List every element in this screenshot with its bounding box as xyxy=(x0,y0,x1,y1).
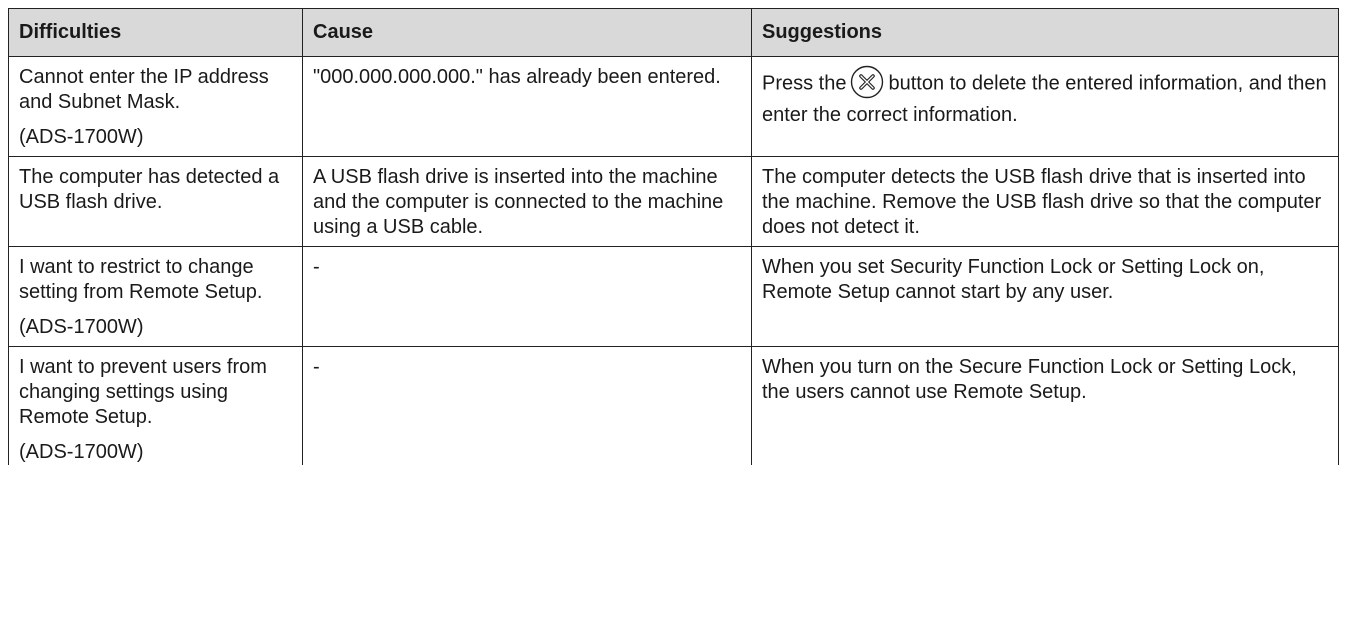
cause-cell: - xyxy=(302,246,752,347)
suggestion-text: When you turn on the Secure Function Loc… xyxy=(762,356,1297,403)
suggestion-cell: Press the button to delete the entered in… xyxy=(751,56,1339,157)
difficulty-text: I want to restrict to change setting fro… xyxy=(19,256,263,303)
cause-cell: "000.000.000.000." has already been ente… xyxy=(302,56,752,157)
cause-text: - xyxy=(313,356,320,378)
difficulty-text: The computer has detected a USB flash dr… xyxy=(19,166,280,213)
suggestion-text: When you set Security Function Lock or S… xyxy=(762,256,1265,303)
difficulty-cell: I want to restrict to change setting fro… xyxy=(8,246,303,347)
suggestion-text-after-icon: button to delete the entered information… xyxy=(762,72,1327,126)
cause-text: "000.000.000.000." has already been ente… xyxy=(313,66,721,88)
model-note: (ADS-1700W) xyxy=(19,441,144,463)
difficulty-cell: I want to prevent users from changing se… xyxy=(8,346,303,465)
table-header-row: Difficulties Cause Suggestions xyxy=(8,8,1339,57)
difficulty-cell: Cannot enter the IP address and Subnet M… xyxy=(8,56,303,157)
suggestion-cell: The computer detects the USB flash drive… xyxy=(751,156,1339,247)
cause-text: - xyxy=(313,256,320,278)
model-note: (ADS-1700W) xyxy=(19,126,144,148)
table-row: The computer has detected a USB flash dr… xyxy=(8,156,1339,247)
cause-cell: A USB flash drive is inserted into the m… xyxy=(302,156,752,247)
suggestion-cell: When you set Security Function Lock or S… xyxy=(751,246,1339,347)
table-row: I want to restrict to change setting fro… xyxy=(8,246,1339,347)
difficulty-text: I want to prevent users from changing se… xyxy=(19,356,267,428)
table-row: I want to prevent users from changing se… xyxy=(8,346,1339,465)
header-difficulties: Difficulties xyxy=(8,8,303,57)
suggestion-cell: When you turn on the Secure Function Loc… xyxy=(751,346,1339,465)
suggestion-text-before-icon: Press the xyxy=(762,72,847,95)
difficulty-text: Cannot enter the IP address and Subnet M… xyxy=(19,66,269,113)
table-row: Cannot enter the IP address and Subnet M… xyxy=(8,56,1339,157)
header-cause: Cause xyxy=(302,8,752,57)
difficulty-cell: The computer has detected a USB flash dr… xyxy=(8,156,303,247)
cause-text: A USB flash drive is inserted into the m… xyxy=(313,166,724,238)
model-note: (ADS-1700W) xyxy=(19,316,144,338)
troubleshooting-table: Difficulties Cause Suggestions Cannot en… xyxy=(8,8,1339,465)
stop-x-icon xyxy=(850,65,884,99)
header-suggestions: Suggestions xyxy=(751,8,1339,57)
suggestion-text: The computer detects the USB flash drive… xyxy=(762,166,1322,238)
cause-cell: - xyxy=(302,346,752,465)
